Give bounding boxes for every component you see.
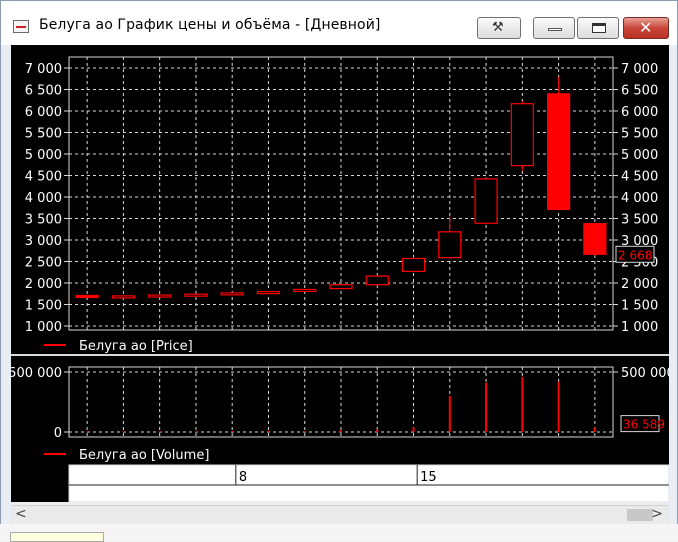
time-axis: 8 15 xyxy=(68,464,669,502)
price-axis-label-right: 6 000 xyxy=(621,105,658,120)
volume-axis-label-left: 500 000 xyxy=(11,366,62,381)
candle-body xyxy=(365,275,389,286)
candle-body xyxy=(75,294,99,299)
minimize-button[interactable] xyxy=(533,17,575,39)
price-axis-label-left: 4 500 xyxy=(25,170,62,185)
candle-body xyxy=(220,292,244,296)
maximize-button[interactable] xyxy=(577,17,619,39)
close-icon: ✕ xyxy=(639,18,653,37)
price-axis-label-left: 1 000 xyxy=(25,320,62,335)
chart-area[interactable]: 1 000 1 000 1 500 1 500 2 000 2 000 2 500 2 500… xyxy=(11,45,669,502)
price-axis-label-right: 7 000 xyxy=(621,62,658,77)
volume-panel: 0 500 000 500 000 36 589 Белуга ао [Volume] xyxy=(11,366,669,463)
pin-button[interactable]: ⚒ xyxy=(477,17,521,39)
price-axis-label-right: 1 000 xyxy=(621,320,658,335)
price-axis-label-right: 1 500 xyxy=(621,299,658,314)
price-volume-chart[interactable]: 1 000 1 0001 500 1 5002 000 2 0002 500 2 500… xyxy=(11,45,669,502)
price-legend-label: Белуга ао [Price] xyxy=(79,339,193,354)
price-axis-label-left: 3 500 xyxy=(25,213,62,228)
volume-legend-label: Белуга ао [Volume] xyxy=(79,448,209,463)
maximize-icon xyxy=(592,23,606,33)
price-axis-label-left: 1 500 xyxy=(25,299,62,314)
minimize-icon xyxy=(548,28,562,31)
candle-body xyxy=(474,178,498,224)
price-axis-label-left: 2 500 xyxy=(25,256,62,271)
price-axis-label-right: 4 500 xyxy=(621,170,658,185)
candle-body xyxy=(329,284,353,290)
candle-body xyxy=(438,231,462,259)
price-axis-label-left: 4 000 xyxy=(25,191,62,206)
price-axis-label-left: 5 000 xyxy=(25,148,62,163)
pin-icon: ⚒ xyxy=(492,20,504,35)
price-last-value: 2 668 xyxy=(618,248,652,262)
time-axis-label: 15 xyxy=(420,470,437,485)
price-axis-label-right: 5 500 xyxy=(621,127,658,142)
price-axis-label-left: 7 000 xyxy=(25,62,62,77)
volume-last-value: 36 589 xyxy=(623,418,665,432)
candle-body xyxy=(583,223,607,255)
volume-axis-label-right: 500 000 xyxy=(621,366,669,381)
candle-body xyxy=(184,293,208,297)
price-panel: 1 000 1 0001 500 1 5002 000 2 0002 500 2 500… xyxy=(11,56,669,356)
price-axis-label-right: 5 000 xyxy=(621,148,658,163)
price-axis-label-left: 5 500 xyxy=(25,127,62,142)
candle-body xyxy=(293,288,317,293)
candle-body xyxy=(148,294,172,298)
chevron-right-icon[interactable]: > xyxy=(651,506,663,522)
scrollbar-thumb[interactable] xyxy=(627,509,653,521)
horizontal-scrollbar[interactable]: < > xyxy=(11,505,669,525)
price-axis-label-left: 6 500 xyxy=(25,84,62,99)
window-title: Белуга ао График цены и объёма - [Дневно… xyxy=(39,17,381,33)
candle-body xyxy=(256,291,281,295)
chart-icon xyxy=(13,20,29,33)
price-axis-label-right: 4 000 xyxy=(621,191,658,206)
close-button[interactable]: ✕ xyxy=(623,17,669,39)
time-axis-label: 8 xyxy=(239,470,247,485)
price-axis-label-right: 3 500 xyxy=(621,213,658,228)
title-bar[interactable]: Белуга ао График цены и объёма - [Дневно… xyxy=(1,1,677,45)
chevron-left-icon[interactable]: < xyxy=(15,506,27,522)
volume-axis-label-left: 0 xyxy=(54,426,62,441)
price-axis-label-left: 6 000 xyxy=(25,105,62,120)
time-axis-box xyxy=(68,464,669,502)
price-axis-label-right: 6 500 xyxy=(621,84,658,99)
candle-body xyxy=(546,93,571,211)
price-axis-label-right: 2 000 xyxy=(621,277,658,292)
candle-body xyxy=(510,103,534,167)
price-axis-label-left: 2 000 xyxy=(25,277,62,292)
price-axis-label-left: 3 000 xyxy=(25,234,62,249)
volume-plot-frame xyxy=(68,366,614,438)
candle-body xyxy=(401,257,426,272)
candle-body xyxy=(111,295,136,299)
chart-window: Белуга ао График цены и объёма - [Дневно… xyxy=(0,0,678,541)
